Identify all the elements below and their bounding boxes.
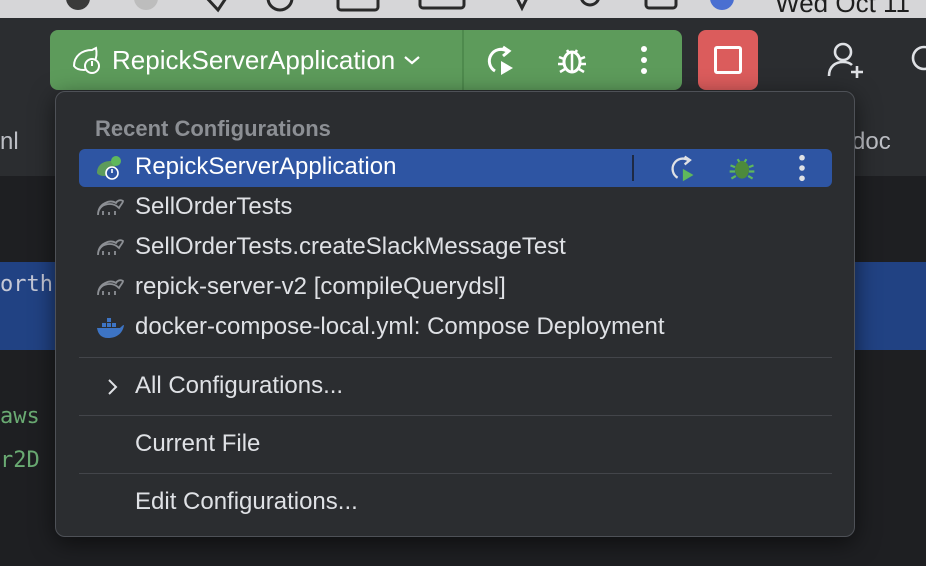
more-vertical-icon xyxy=(799,154,805,182)
config-item-actions xyxy=(632,149,832,187)
spring-boot-icon xyxy=(97,156,121,180)
more-vertical-icon xyxy=(641,46,647,74)
config-item-label: RepickServerApplication xyxy=(135,153,397,180)
editor-tab[interactable]: doc xyxy=(852,128,891,156)
menu-divider xyxy=(79,473,832,474)
macos-menu-bar: Wed Oct 11 xyxy=(0,0,926,18)
more-actions-button[interactable] xyxy=(608,30,680,90)
stop-icon xyxy=(714,46,742,74)
stop-button[interactable] xyxy=(698,30,758,90)
config-item-label: docker-compose-local.yml: Compose Deploy… xyxy=(135,313,665,340)
gradle-icon xyxy=(97,199,124,216)
debug-config-button[interactable] xyxy=(712,149,772,187)
spring-boot-icon xyxy=(72,46,100,74)
gradle-icon xyxy=(97,239,124,256)
config-more-button[interactable] xyxy=(772,149,832,187)
debug-button[interactable] xyxy=(536,30,608,90)
config-item-compile-querydsl[interactable]: repick-server-v2 [compileQuerydsl] xyxy=(79,269,832,307)
menu-bar-clock: Wed Oct 11 xyxy=(775,0,910,18)
docker-icon xyxy=(97,318,124,338)
config-item-label: SellOrderTests xyxy=(135,193,293,220)
run-configuration-label: RepickServerApplication xyxy=(112,44,396,75)
config-item-sell-order-tests[interactable]: SellOrderTests xyxy=(79,189,832,227)
rerun-icon xyxy=(487,45,513,75)
actions-separator xyxy=(632,155,634,181)
bug-icon xyxy=(729,158,755,180)
bug-icon xyxy=(558,49,586,74)
menu-divider xyxy=(79,415,832,416)
edit-configurations-item[interactable]: Edit Configurations... xyxy=(79,484,832,522)
run-configuration-selector[interactable]: RepickServerApplication xyxy=(50,30,464,90)
config-item-label: repick-server-v2 [compileQuerydsl] xyxy=(135,273,506,300)
rerun-config-button[interactable] xyxy=(652,149,712,187)
rerun-button[interactable] xyxy=(464,30,536,90)
all-configurations-label: All Configurations... xyxy=(135,372,344,399)
config-item-repick-server-application[interactable]: RepickServerApplication xyxy=(79,149,832,187)
rerun-icon xyxy=(671,155,694,182)
menu-divider xyxy=(79,357,832,358)
chevron-right-icon xyxy=(108,379,118,395)
add-user-icon[interactable] xyxy=(826,40,866,80)
config-item-create-slack-message-test[interactable]: SellOrderTests.createSlackMessageTest xyxy=(79,229,832,267)
config-item-label: SellOrderTests.createSlackMessageTest xyxy=(135,233,566,260)
edit-configurations-label: Edit Configurations... xyxy=(135,488,358,515)
code-line: r2D xyxy=(0,448,40,473)
editor-tab[interactable]: nl xyxy=(0,128,19,156)
chevron-down-icon xyxy=(404,56,420,65)
code-line: aws xyxy=(0,404,40,429)
code-line: orth xyxy=(0,272,53,297)
config-item-docker-compose[interactable]: docker-compose-local.yml: Compose Deploy… xyxy=(79,309,832,347)
search-icon[interactable] xyxy=(910,44,926,74)
current-file-item[interactable]: Current File xyxy=(79,426,832,464)
gradle-icon xyxy=(97,279,124,296)
run-configurations-popup: Recent Configurations RepickServerApplic… xyxy=(55,91,855,537)
all-configurations-item[interactable]: All Configurations... xyxy=(79,368,832,406)
recent-configurations-header: Recent Configurations xyxy=(95,116,331,141)
current-file-label: Current File xyxy=(135,430,261,457)
run-widget: RepickServerApplication xyxy=(50,30,682,90)
